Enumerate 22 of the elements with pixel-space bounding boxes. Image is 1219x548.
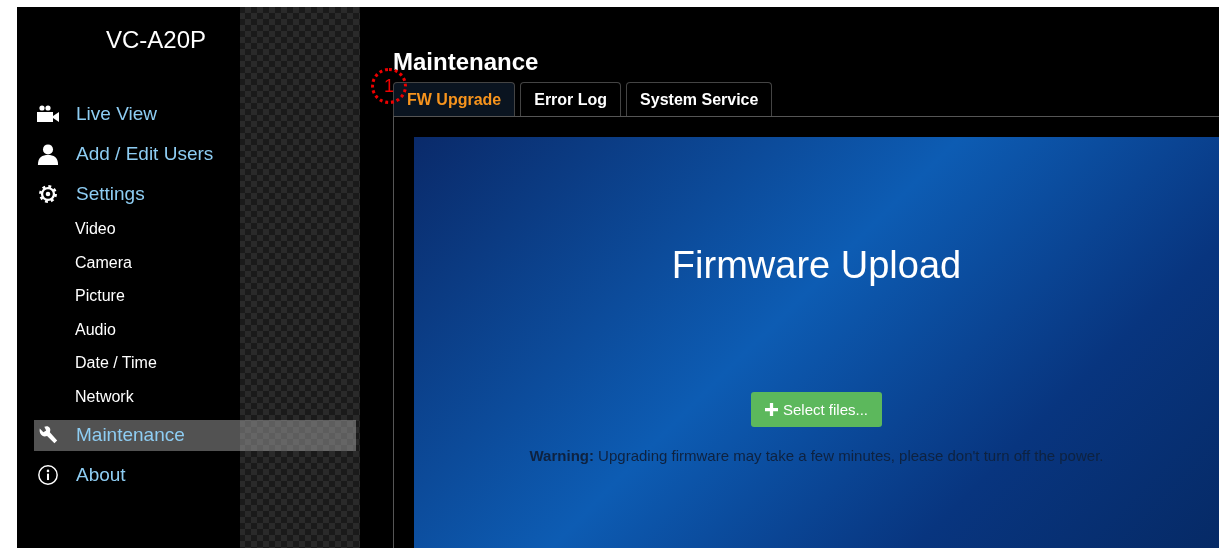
info-icon (36, 464, 60, 487)
nav-subitem[interactable]: Video (75, 218, 360, 240)
nav-item[interactable]: Live View (34, 98, 356, 129)
nav-subitem[interactable]: Date / Time (75, 352, 360, 374)
tab[interactable]: System Service (626, 82, 773, 116)
nav-item[interactable]: Maintenance (34, 419, 356, 451)
video-camera-icon (36, 103, 60, 124)
brand-title: VC-A20P (106, 26, 208, 54)
nav-subitem[interactable]: Audio (75, 318, 360, 341)
tab[interactable]: Error Log (520, 82, 622, 116)
nav-subitem[interactable]: Picture (75, 285, 360, 307)
plus-icon (764, 403, 778, 416)
user-icon (36, 142, 60, 165)
tab[interactable]: FW Upgrade (393, 82, 516, 116)
nav-item[interactable]: About (34, 459, 356, 491)
nav-subitem[interactable]: Camera (75, 251, 360, 274)
nav-item[interactable]: Add / Edit Users (34, 138, 356, 169)
nav-subitem[interactable]: Network (75, 385, 360, 408)
upload-heading: Firmware Upload (671, 244, 962, 287)
warning-text: Warning: Upgrading firmware may take a few minutes, please don't turn off the power. (529, 447, 1104, 464)
nav-item[interactable]: Settings (34, 178, 356, 209)
settings-icon (36, 182, 60, 205)
